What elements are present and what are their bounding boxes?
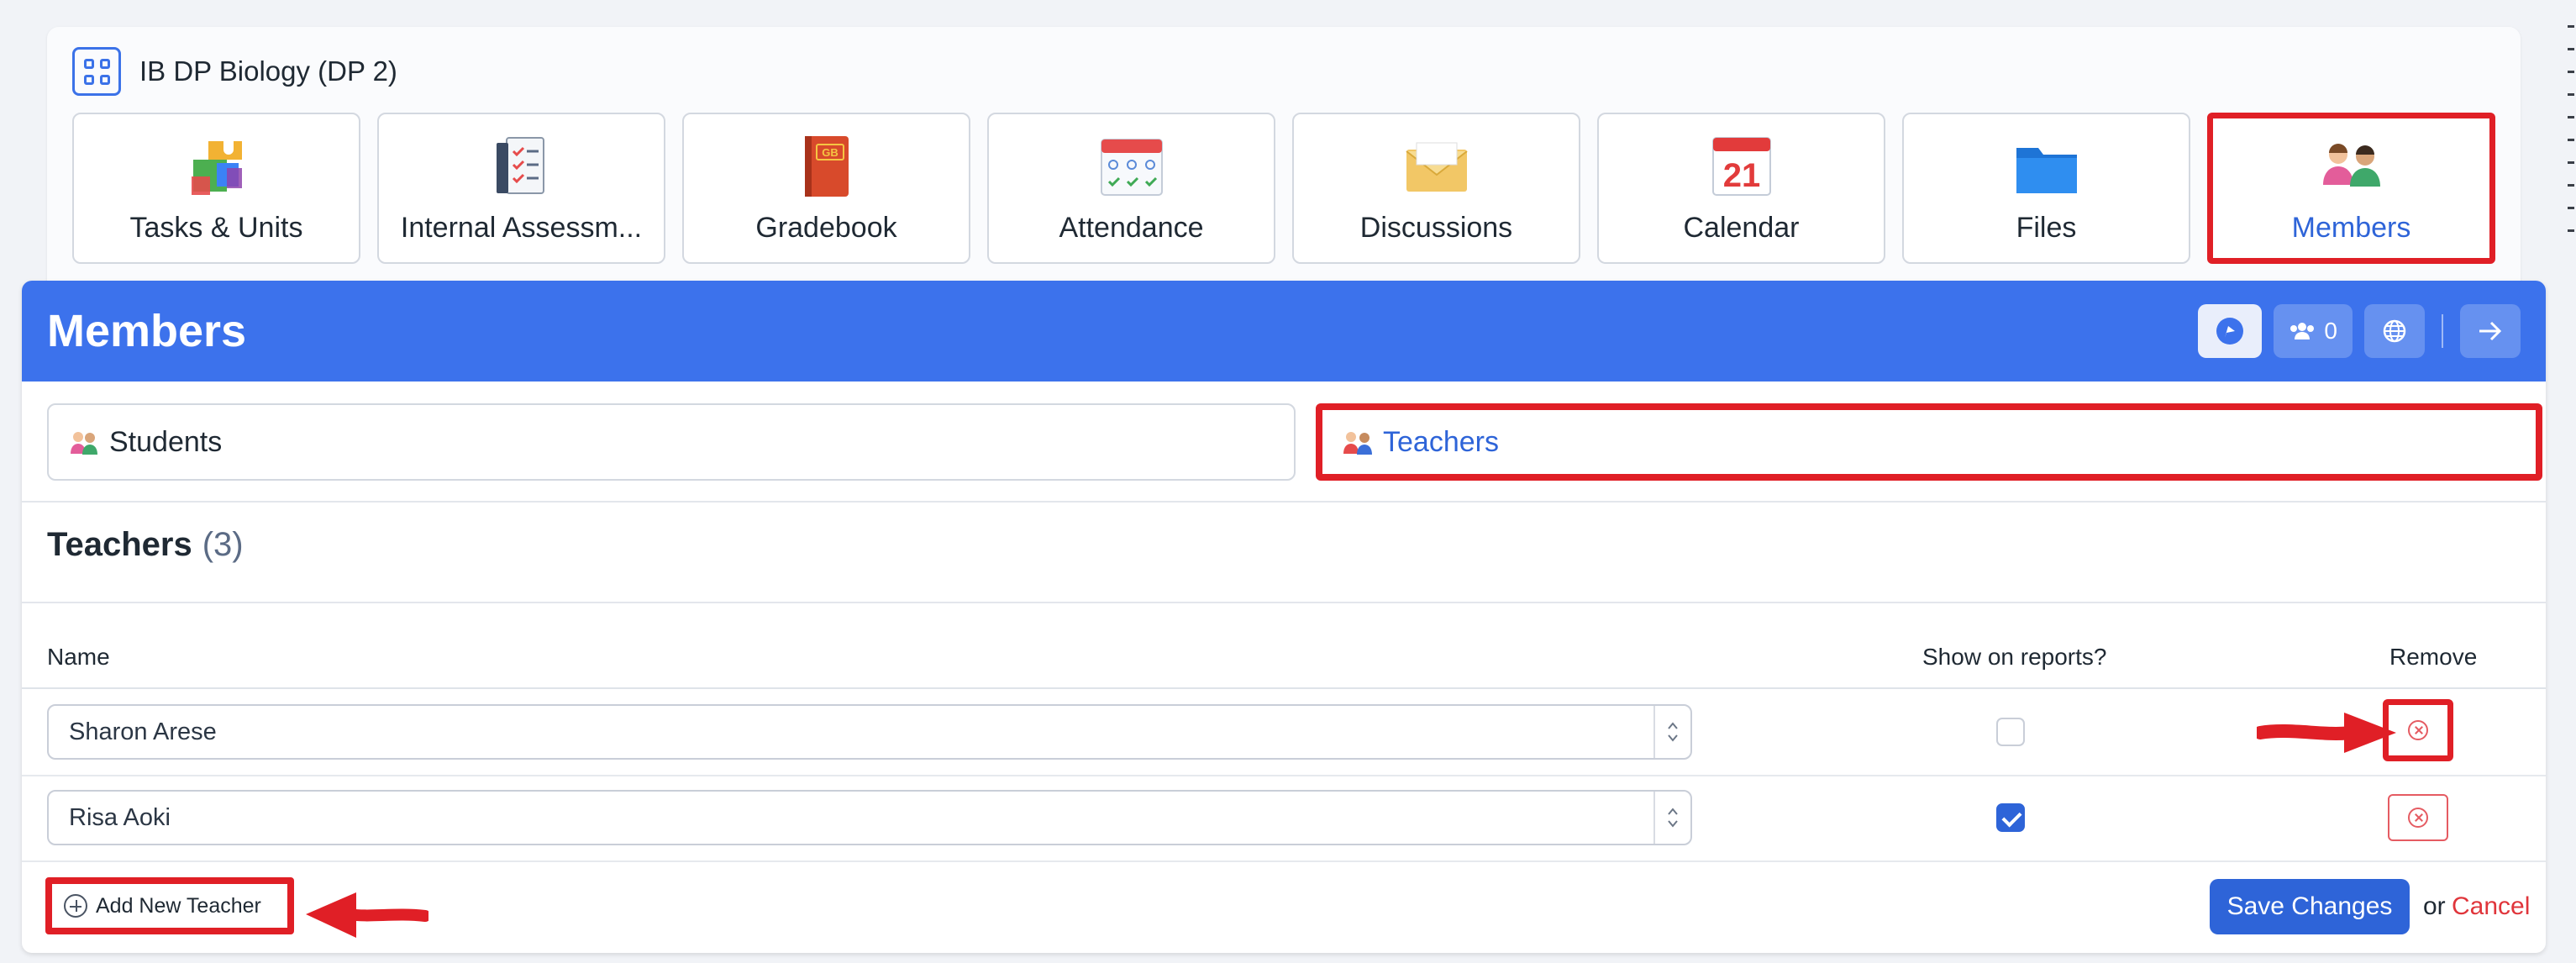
header-actions: 0 [2198,304,2521,358]
show-on-reports-checkbox[interactable] [1996,718,2025,746]
save-changes-button[interactable]: Save Changes [2210,879,2410,934]
tool-bar: Tasks & Units Internal Assessm... GB Gra… [72,113,2495,264]
checklist-icon [496,137,544,194]
folder-icon [2016,148,2077,193]
header-name: Name [47,644,110,670]
add-new-teacher-button[interactable]: Add New Teacher [45,877,294,934]
members-icon [2322,144,2380,187]
annotation-arrow-icon [2257,713,2396,753]
section-count: (3) [202,526,244,563]
gradebook-icon: GB [804,136,849,197]
row-divider [22,860,2546,862]
tool-internal-assessment[interactable]: Internal Assessm... [377,113,665,264]
arrow-right-icon [2479,321,2502,341]
chat-help-icon [2216,318,2244,345]
svg-text:GB: GB [822,146,839,159]
tool-files[interactable]: Files [1902,113,2190,264]
plus-circle-icon [64,894,87,918]
teacher-name: Sharon Arese [69,718,217,745]
tool-label: Gradebook [755,212,897,244]
header-remove: Remove [2389,644,2478,670]
tab-teachers[interactable]: Teachers [1316,403,2542,481]
teacher-select[interactable]: Sharon Arese [47,704,1692,760]
remove-teacher-button[interactable] [2388,794,2448,841]
teacher-select[interactable]: Risa Aoki [47,790,1692,845]
calendar-day: 21 [1722,157,1760,194]
globe-icon [2383,319,2406,343]
tool-label: Attendance [1059,212,1204,244]
member-count-button[interactable]: 0 [2274,304,2353,358]
row-divider [22,775,2546,776]
section-title: Teachers (3) [47,526,244,564]
course-title: IB DP Biology (DP 2) [139,55,397,87]
table-header-divider [22,687,2546,689]
students-icon [71,432,97,455]
members-panel: Members 0 Students Teachers Teachers (3)… [22,281,2546,953]
member-count: 0 [2324,318,2337,344]
panel-title: Members [47,306,247,356]
tab-students[interactable]: Students [47,403,1296,481]
show-on-reports-checkbox[interactable] [1996,803,2025,832]
calendar-icon: 21 [1711,137,1771,196]
expand-button[interactable] [2460,304,2521,358]
tool-label: Internal Assessm... [400,212,643,244]
tool-label: Files [2016,212,2077,244]
tool-label: Discussions [1359,212,1513,244]
attendance-icon [1100,139,1163,196]
header-divider [2442,314,2443,348]
tool-gradebook[interactable]: GB Gradebook [682,113,970,264]
tool-discussions[interactable]: Discussions [1292,113,1580,264]
tab-teachers-label: Teachers [1383,425,1499,458]
close-circle-icon [2408,720,2428,740]
grid-menu-icon[interactable] [72,47,121,96]
select-arrows-icon[interactable] [1653,792,1690,844]
tool-tasks-units[interactable]: Tasks & Units [72,113,360,264]
cancel-link[interactable]: Cancel [2452,892,2530,921]
header-show-on-reports: Show on reports? [1922,644,2107,670]
section-title-text: Teachers [47,526,192,563]
add-new-teacher-label: Add New Teacher [96,893,261,918]
annotation-arrow-icon [306,892,428,938]
or-text: or [2423,892,2446,920]
language-button[interactable] [2364,304,2425,358]
puzzle-icon [191,141,242,195]
help-button[interactable] [2198,304,2263,358]
tool-attendance[interactable]: Attendance [987,113,1275,264]
tool-label: Members [2291,212,2411,244]
close-circle-icon [2408,808,2428,828]
tool-calendar[interactable]: 21 Calendar [1597,113,1885,264]
select-arrows-icon[interactable] [1653,706,1690,758]
tab-students-label: Students [109,425,223,458]
course-header: IB DP Biology (DP 2) [72,47,397,96]
tool-label: Calendar [1683,212,1800,244]
section-divider [22,602,2546,603]
panel-header: Members 0 [22,281,2546,382]
teachers-icon [1343,432,1372,455]
member-subtabs: Students Teachers [22,382,2546,503]
page: IB DP Biology (DP 2) Tasks & Units Inter… [0,0,2576,963]
users-icon [2290,323,2315,339]
teacher-name: Risa Aoki [69,803,171,831]
envelope-icon [1405,142,1468,192]
tool-label: Tasks & Units [129,212,303,244]
offscreen-panel-edge [2568,25,2576,963]
course-card: IB DP Biology (DP 2) Tasks & Units Inter… [47,27,2521,296]
tool-members[interactable]: Members [2207,113,2495,264]
